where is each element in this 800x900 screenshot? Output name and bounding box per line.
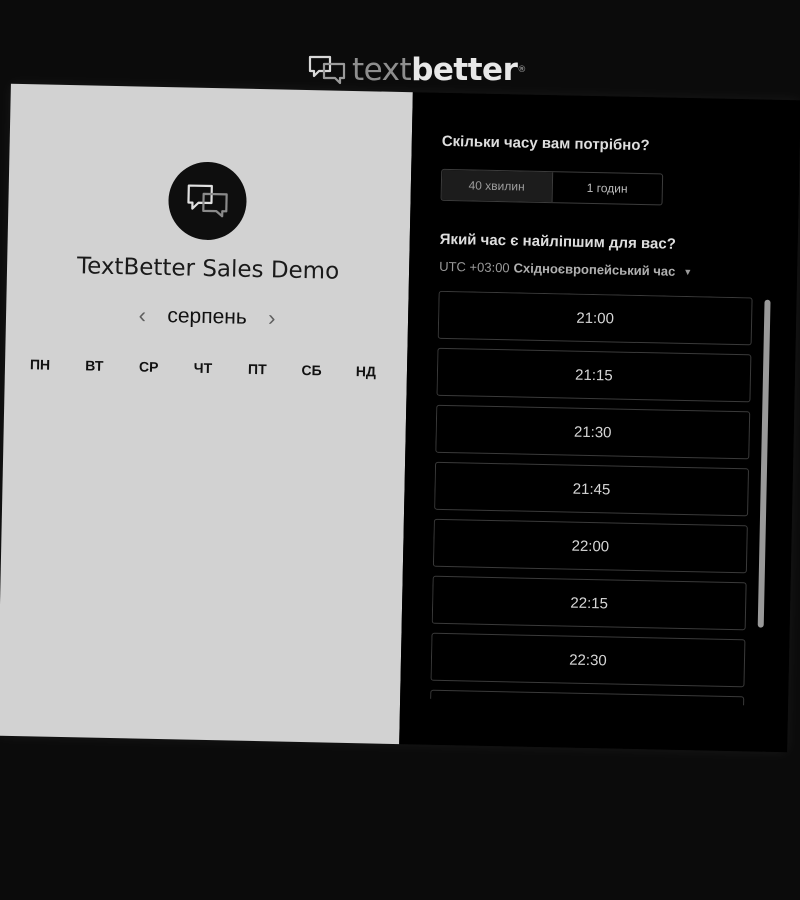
time-slot[interactable]: 22:30 xyxy=(430,632,746,688)
duration-question: Скільки часу вам потрібно? xyxy=(441,132,650,155)
registered-mark: ® xyxy=(517,65,526,75)
time-slot[interactable]: 22:15 xyxy=(431,575,747,631)
timezone-selector[interactable]: UTC +03:00 Східноєвропейський час ▼ xyxy=(439,259,692,279)
chevron-left-icon[interactable]: ‹ xyxy=(131,302,154,328)
time-slot[interactable]: 21:30 xyxy=(435,404,751,460)
time-slot-scrollbar[interactable] xyxy=(757,299,771,628)
weekday-label: ЧТ xyxy=(193,359,213,377)
month-navigation: ‹ серпень › xyxy=(6,300,408,334)
weekday-header: ПН ВТ СР ЧТ ПТ СБ НД xyxy=(13,356,393,380)
event-avatar xyxy=(167,161,248,241)
logo-wordmark: textbetter® xyxy=(352,50,526,90)
caret-down-icon: ▼ xyxy=(683,266,693,277)
chevron-right-icon[interactable]: › xyxy=(261,305,284,331)
month-label: серпень xyxy=(167,304,248,329)
weekday-label: ВТ xyxy=(85,357,104,374)
time-slot[interactable] xyxy=(430,689,745,706)
time-slot[interactable]: 21:00 xyxy=(437,290,753,346)
timezone-name: Східноєвропейський час xyxy=(513,260,676,279)
chat-bubbles-icon xyxy=(308,55,346,85)
duration-toggle: 40 хвилин 1 годин xyxy=(440,168,664,206)
weekday-label: СБ xyxy=(301,361,322,379)
time-panel: Скільки часу вам потрібно? 40 хвилин 1 г… xyxy=(399,92,800,753)
time-slot[interactable]: 21:15 xyxy=(436,347,752,403)
time-question: Який час є найліпшим для вас? xyxy=(439,230,677,253)
logo-text-bold: better xyxy=(411,52,518,88)
timezone-offset: UTC +03:00 xyxy=(439,258,510,276)
chat-bubbles-icon xyxy=(187,184,228,218)
brand-logo: textbetter® xyxy=(308,50,526,90)
weekday-label: ПТ xyxy=(247,360,267,378)
weekday-label: ПН xyxy=(29,356,51,373)
time-slot[interactable]: 22:00 xyxy=(432,518,748,574)
calendar-panel: TextBetter Sales Demo ‹ серпень › ПН ВТ … xyxy=(0,83,413,745)
booking-card: TextBetter Sales Demo ‹ серпень › ПН ВТ … xyxy=(0,83,800,753)
logo-text-light: text xyxy=(352,52,412,88)
duration-option-1hour[interactable]: 1 годин xyxy=(551,172,663,205)
duration-option-40min[interactable]: 40 хвилин xyxy=(441,169,552,203)
event-title: TextBetter Sales Demo xyxy=(76,253,340,285)
weekday-label: НД xyxy=(355,363,377,380)
time-slot[interactable]: 21:45 xyxy=(434,461,750,517)
time-slot-list[interactable]: 21:00 21:15 21:30 21:45 22:00 22:15 22:3… xyxy=(430,290,756,706)
weekday-label: СР xyxy=(138,358,159,375)
